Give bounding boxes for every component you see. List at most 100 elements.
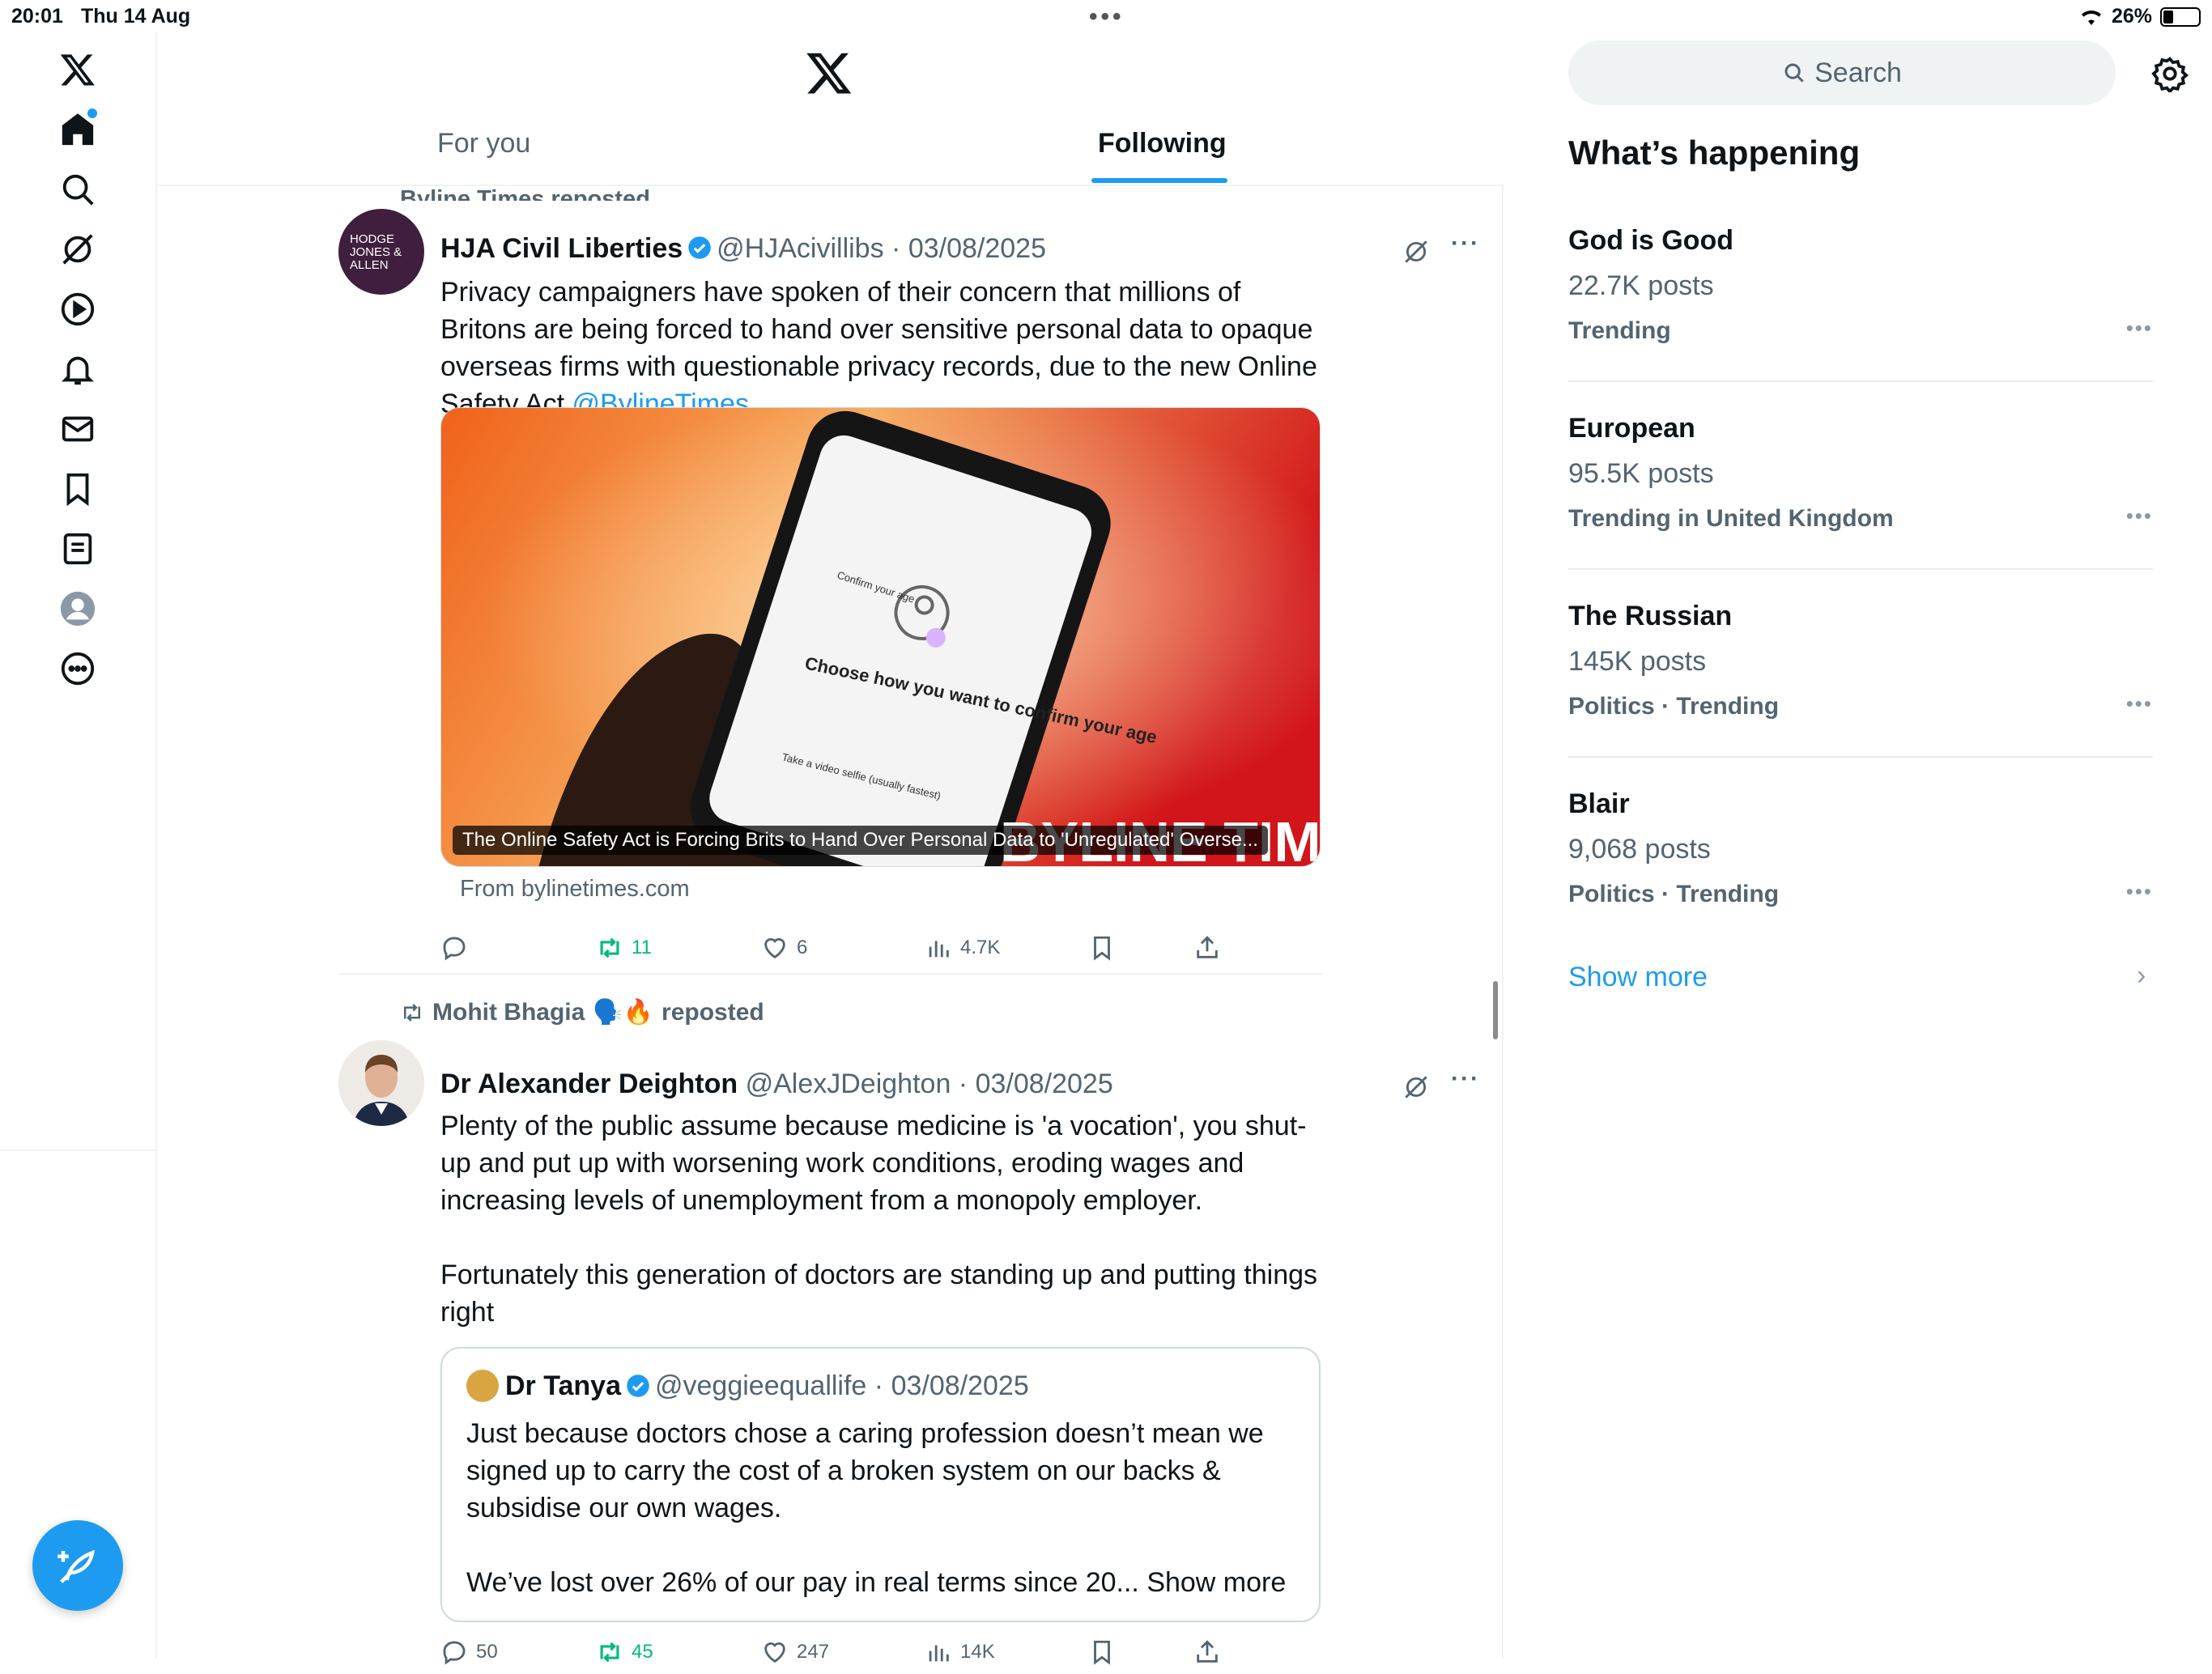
settings-gear-icon[interactable] [2151, 55, 2189, 92]
tab-for-you[interactable]: For you [437, 128, 530, 159]
post-date[interactable]: 03/08/2025 [976, 1069, 1113, 1099]
profile-avatar-icon[interactable] [53, 584, 102, 633]
link-preview-card[interactable]: Confirm your age Choose how you want to … [440, 407, 1321, 867]
article-image: Confirm your age Choose how you want to … [441, 408, 1320, 866]
x-logo-icon[interactable] [53, 45, 102, 94]
status-time: 20:01 [11, 5, 63, 28]
author-avatar[interactable] [338, 1040, 424, 1126]
multitasking-dots-icon[interactable]: ••• [1089, 3, 1125, 31]
post-text: Privacy campaigners have spoken of their… [440, 277, 1317, 419]
notifications-bell-icon[interactable] [53, 345, 102, 393]
left-navigation [0, 32, 157, 1658]
quote-text: Just because doctors chose a caring prof… [466, 1418, 1287, 1598]
show-more-link[interactable]: Show more [1568, 962, 1708, 993]
post-text: Plenty of the public assume because medi… [440, 1111, 1318, 1328]
reposter-name[interactable]: Mohit Bhagia [432, 999, 585, 1026]
post-actions: 50 45 247 14K [440, 1638, 1331, 1674]
messages-envelope-icon[interactable] [53, 405, 102, 453]
status-date: Thu 14 Aug [81, 5, 191, 28]
status-bar: 20:01 Thu 14 Aug ••• 26% [0, 0, 2212, 32]
trend-more-icon[interactable]: ••• [2126, 503, 2153, 529]
lists-icon[interactable] [53, 525, 102, 573]
trend-item[interactable]: God is Good 22.7K posts Trending ••• [1568, 225, 2153, 413]
bookmark-button[interactable] [1088, 934, 1116, 962]
like-count: 6 [797, 937, 808, 958]
like-button[interactable]: 6 [761, 934, 807, 962]
bookmarks-icon[interactable] [53, 465, 102, 513]
share-button[interactable] [1193, 934, 1221, 962]
trend-name: The Russian [1568, 601, 1733, 631]
chevron-right-icon: › [2137, 960, 2146, 991]
reply-button[interactable]: 50 [440, 1638, 498, 1666]
views-chart-icon [929, 941, 949, 958]
scrollbar[interactable] [1493, 981, 1498, 1039]
verified-badge-icon [688, 236, 711, 259]
repost-icon [600, 937, 619, 958]
trend-divider [1568, 380, 2153, 382]
bookmark-icon [1094, 936, 1110, 961]
trend-item[interactable]: Blair 9,068 posts Politics · Trending ••… [1568, 788, 2153, 976]
trend-name: God is Good [1568, 225, 1733, 256]
post-actions: 11 6 4.7K [440, 934, 1331, 970]
trend-post-count: 9,068 posts [1568, 834, 1711, 865]
active-tab-indicator [1091, 178, 1227, 183]
trend-category: Politics · Trending [1568, 693, 1780, 720]
bookmark-button[interactable] [1088, 1638, 1116, 1666]
like-button[interactable]: 247 [761, 1638, 829, 1666]
notification-dot [87, 108, 97, 118]
like-heart-icon [764, 938, 785, 959]
trend-item[interactable]: The Russian 145K posts Politics · Trendi… [1568, 601, 2153, 788]
repost-button[interactable]: 45 [596, 1638, 653, 1666]
post-header: Dr Alexander Deighton @AlexJDeighton · 0… [440, 1069, 1113, 1099]
search-icon[interactable] [53, 165, 102, 214]
grok-icon[interactable] [53, 225, 102, 274]
more-options-icon[interactable] [53, 644, 102, 693]
search-input[interactable]: Search [1568, 40, 2116, 105]
search-icon [1784, 63, 1804, 83]
share-icon [1197, 1640, 1218, 1663]
post-date[interactable]: 03/08/2025 [908, 233, 1046, 264]
nav-divider [0, 1149, 157, 1151]
post-more-icon[interactable]: ··· [1451, 230, 1480, 257]
repost-count: 45 [632, 1641, 653, 1663]
trend-more-icon[interactable]: ••• [2126, 879, 2153, 904]
views-chart-icon [929, 1645, 949, 1662]
right-sidebar: Search What’s happening God is Good 22.7… [1504, 32, 2212, 1658]
trend-more-icon[interactable]: ••• [2126, 316, 2153, 341]
compose-post-button[interactable] [32, 1520, 123, 1611]
author-avatar[interactable]: HODGE JONES & ALLEN [338, 209, 424, 295]
author-photo [338, 1040, 424, 1126]
trend-item[interactable]: European 95.5K posts Trending in United … [1568, 413, 2153, 601]
grok-icon[interactable] [1402, 1073, 1430, 1101]
repost-indicator: Mohit Bhagia 🗣️🔥 reposted [400, 998, 764, 1026]
grok-icon[interactable] [1402, 238, 1430, 266]
wifi-icon [2081, 10, 2101, 25]
quote-date: 03/08/2025 [891, 1370, 1029, 1401]
trend-divider [1568, 756, 2153, 758]
repost-button[interactable]: 11 [596, 934, 652, 962]
quote-show-more-link[interactable]: Show more [1146, 1567, 1286, 1598]
video-icon[interactable] [53, 285, 102, 334]
share-button[interactable] [1193, 1638, 1221, 1666]
x-logo-icon[interactable] [805, 49, 853, 97]
views-button[interactable]: 14K [925, 1638, 995, 1666]
post-more-icon[interactable]: ··· [1451, 1065, 1480, 1093]
quoted-post[interactable]: Dr Tanya @veggieequallife · 03/08/2025 J… [440, 1347, 1321, 1622]
tab-following[interactable]: Following [1098, 128, 1227, 159]
reply-button[interactable] [440, 934, 476, 962]
views-button[interactable]: 4.7K [925, 934, 1000, 962]
post-divider [338, 973, 1323, 975]
timeline-header: For you Following [157, 32, 1504, 186]
author-name[interactable]: Dr Alexander Deighton [440, 1069, 738, 1099]
reply-icon [443, 937, 466, 961]
repost-indicator: Byline Times reposted [400, 186, 650, 201]
timeline-column: For you Following Byline Times reposted … [157, 32, 1504, 1665]
trend-name: European [1568, 413, 1695, 444]
author-handle[interactable]: @AlexJDeighton [746, 1069, 951, 1099]
trend-more-icon[interactable]: ••• [2126, 691, 2153, 716]
link-source[interactable]: From bylinetimes.com [460, 876, 690, 903]
post-header: HJA Civil Liberties @HJAcivillibs · 03/08… [440, 233, 1046, 264]
home-icon[interactable] [53, 105, 102, 154]
author-name[interactable]: HJA Civil Liberties [440, 233, 683, 264]
author-handle[interactable]: @HJAcivillibs [717, 233, 883, 264]
